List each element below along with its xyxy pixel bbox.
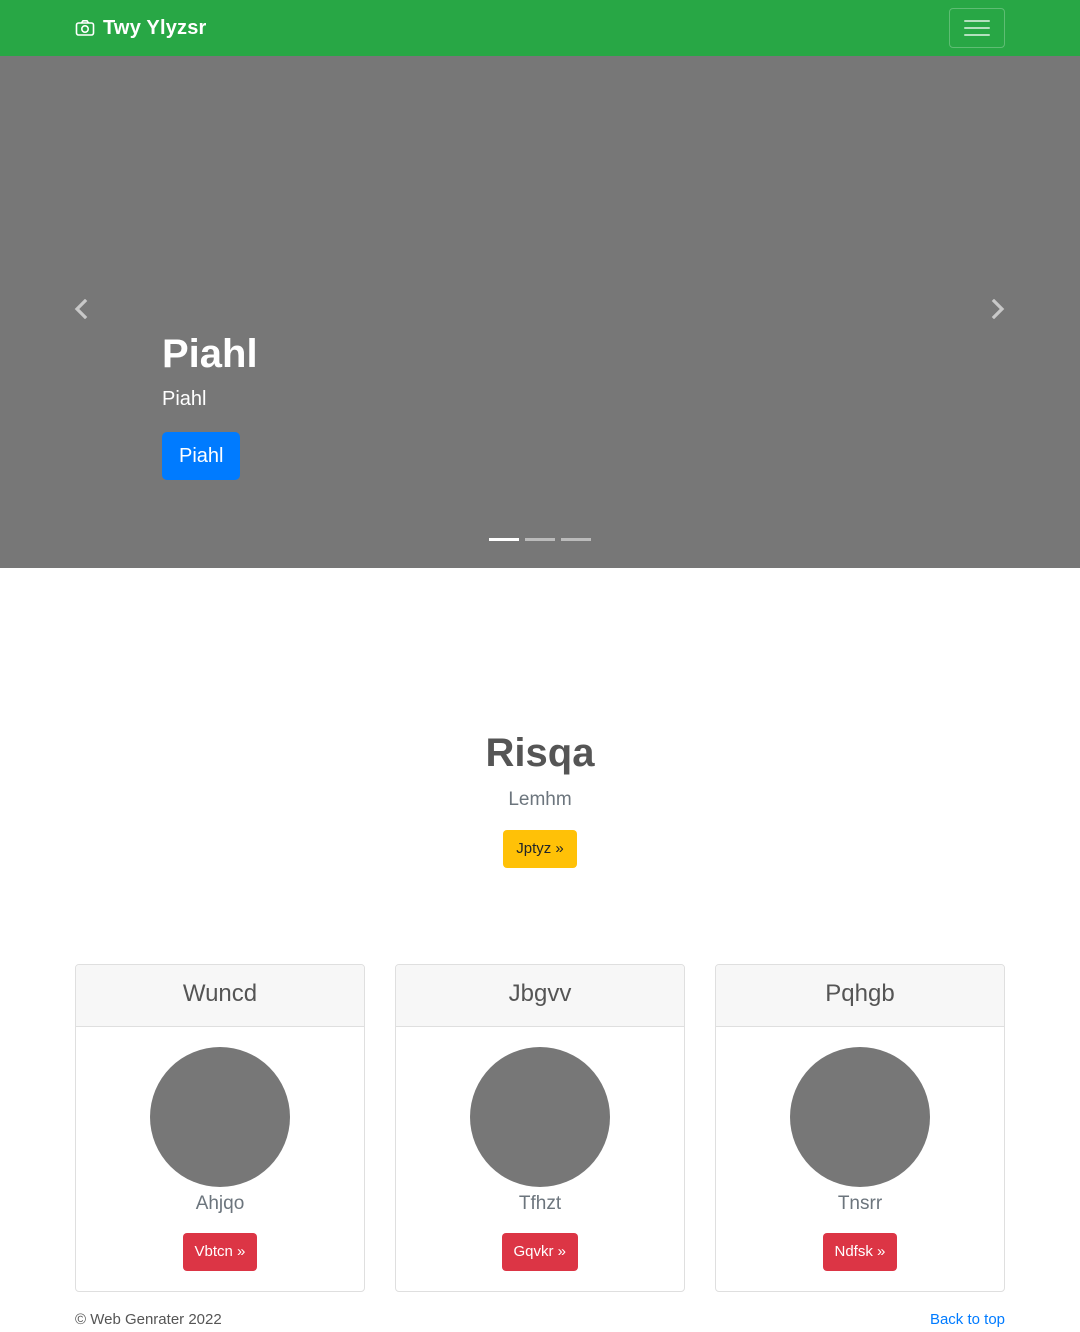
avatar [470, 1047, 610, 1187]
card-text: Ahjqo [195, 1193, 245, 1214]
carousel-next-button[interactable] [983, 296, 1013, 326]
jumbotron-button[interactable]: Jptyz » [503, 830, 577, 868]
card-header: Wuncd [76, 965, 364, 1027]
carousel-indicators [489, 538, 591, 541]
jumbotron-lead: Lemhm [508, 789, 572, 810]
card-header: Pqhgb [716, 965, 1004, 1027]
brand-link[interactable]: Twy Ylyzsr [75, 14, 207, 42]
camera-icon [75, 18, 95, 38]
carousel-indicator-2[interactable] [525, 538, 555, 541]
carousel-prev-button[interactable] [66, 296, 96, 326]
brand-name: Twy Ylyzsr [103, 16, 207, 39]
carousel-indicator-1[interactable] [489, 538, 519, 541]
card-button[interactable]: Ndfsk » [822, 1233, 898, 1271]
carousel-caption-button[interactable]: Piahl [162, 432, 241, 480]
back-to-top-link[interactable]: Back to top [930, 1308, 1005, 1332]
navbar-toggler-button[interactable] [949, 8, 1005, 48]
navbar: Twy Ylyzsr [0, 0, 1080, 56]
card-button[interactable]: Vbtcn » [182, 1233, 258, 1271]
carousel-caption: Piahl Piahl Piahl [162, 326, 258, 480]
card-header: Jbgvv [396, 965, 684, 1027]
carousel-caption-text: Piahl [162, 388, 207, 410]
avatar [790, 1047, 930, 1187]
card-text: Tfhzt [518, 1193, 562, 1214]
avatar [150, 1047, 290, 1187]
card-button[interactable]: Gqvkr » [501, 1233, 579, 1271]
card-3: Pqhgb Tnsrr Ndfsk » [715, 964, 1005, 1292]
jumbotron-title: Risqa [485, 731, 595, 775]
chevron-right-icon [990, 298, 1006, 324]
card-text: Tnsrr [837, 1193, 883, 1214]
carousel-indicator-3[interactable] [561, 538, 591, 541]
carousel-caption-title: Piahl [162, 332, 258, 376]
hero-carousel: Piahl Piahl Piahl [0, 56, 1080, 568]
footer: © Web Genrater 2022 Back to top [75, 1308, 1005, 1332]
card-1: Wuncd Ahjqo Vbtcn » [75, 964, 365, 1292]
chevron-left-icon [73, 298, 89, 324]
jumbotron: Risqa Lemhm Jptyz » [0, 568, 1080, 948]
footer-copyright: © Web Genrater 2022 [75, 1311, 222, 1328]
hamburger-icon [964, 18, 990, 38]
card-2: Jbgvv Tfhzt Gqvkr » [395, 964, 685, 1292]
